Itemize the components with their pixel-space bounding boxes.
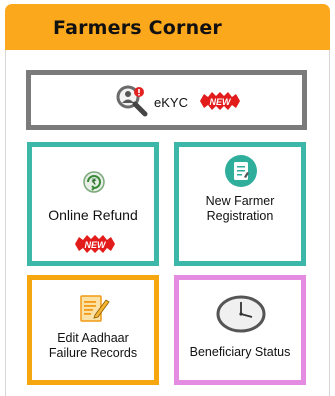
online-refund-new-badge: NEW xyxy=(75,235,115,253)
edit-aadhaar-failure-records-tile[interactable]: Edit Aadhaar Failure Records xyxy=(27,275,159,385)
new-farmer-label-line2: Registration xyxy=(206,209,274,223)
refund-icon: ₹ xyxy=(83,171,105,193)
new-farmer-label-line1: New Farmer xyxy=(205,194,275,208)
ekyc-new-badge: NEW xyxy=(200,92,240,110)
clock-icon xyxy=(216,295,266,333)
header-title: Farmers Corner xyxy=(53,17,222,39)
svg-text:NEW: NEW xyxy=(85,240,108,250)
edit-document-icon xyxy=(80,295,110,322)
edit-aadhaar-label-line1: Edit Aadhaar xyxy=(57,331,129,345)
online-refund-tile[interactable]: ₹ Online Refund NEW xyxy=(27,142,159,266)
online-refund-label: Online Refund xyxy=(48,207,138,223)
new-farmer-registration-tile[interactable]: New Farmer Registration xyxy=(174,142,306,266)
edit-aadhaar-label-line2: Failure Records xyxy=(48,346,138,360)
beneficiary-status-tile[interactable]: Beneficiary Status xyxy=(174,275,306,385)
checklist-icon xyxy=(225,155,257,187)
ekyc-label: eKYC xyxy=(154,95,188,110)
ekyc-tile[interactable]: eKYC NEW xyxy=(26,70,307,130)
svg-text:₹: ₹ xyxy=(91,178,97,187)
magnifier-user-icon xyxy=(116,85,148,117)
beneficiary-status-label: Beneficiary Status xyxy=(189,345,291,359)
svg-text:NEW: NEW xyxy=(210,97,233,107)
farmers-corner-header: Farmers Corner xyxy=(5,4,330,50)
